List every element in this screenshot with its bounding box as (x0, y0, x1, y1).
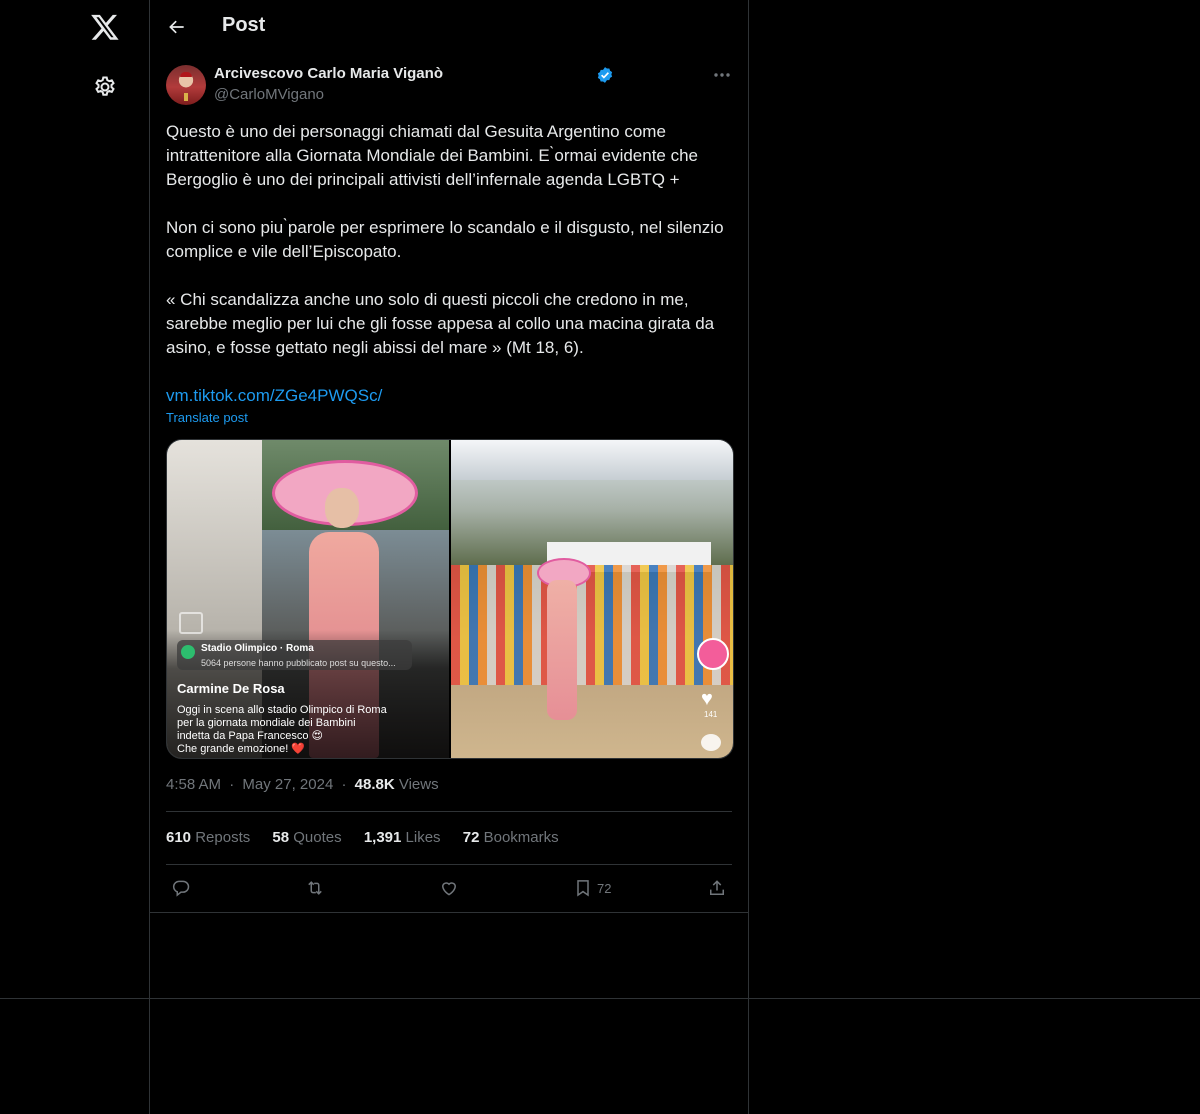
divider (150, 912, 748, 913)
like-button[interactable] (439, 876, 459, 900)
reposts-count: 610 (166, 829, 192, 846)
likes-label: Likes (405, 829, 441, 846)
stadium-roof (451, 440, 733, 480)
caption-line: indetta da Papa Francesco 😍 (177, 730, 323, 742)
author-handle[interactable]: @CarloMVigano (214, 86, 324, 103)
avatar[interactable] (166, 65, 206, 105)
gear-icon[interactable] (93, 75, 117, 99)
tweet-text: Questo è uno dei personaggi chiamati dal… (166, 120, 736, 384)
action-bar: 72 (150, 866, 748, 912)
author-name[interactable]: Arcivescovo Carlo Maria Viganò (214, 65, 443, 82)
left-nav (0, 0, 150, 1114)
repost-icon (308, 881, 322, 895)
post-header: Post (150, 0, 748, 53)
divider (166, 811, 732, 812)
post-meta: 4:58 AM · May 27, 2024 · 48.8K Views (166, 776, 439, 793)
caption-text: Oggi in scena allo stadio Olimpico di Ro… (177, 704, 437, 756)
crowd (451, 565, 733, 685)
x-logo-icon[interactable] (90, 12, 120, 42)
camera-icon (179, 612, 203, 634)
quotes-stat[interactable]: 58 Quotes (272, 829, 341, 846)
location-subtitle: 5064 persone hanno pubblicato post su qu… (201, 658, 396, 668)
translate-post-link[interactable]: Translate post (166, 410, 248, 425)
tiktok-link[interactable]: vm.tiktok.com/ZGe4PWQSc/ (166, 384, 382, 408)
meta-dot: · (229, 776, 235, 793)
dancer (547, 580, 577, 720)
location-name: Stadio Olimpico · Roma (201, 643, 314, 654)
views-count: 48.8K (354, 776, 395, 793)
back-button[interactable] (164, 14, 190, 40)
avatar-cross (184, 93, 188, 101)
verified-badge-icon[interactable] (596, 66, 614, 84)
reply-icon (173, 880, 190, 897)
reply-button[interactable] (171, 876, 191, 900)
tweet-paragraph: Non ci sono piu ̀parole per esprimere lo… (166, 218, 724, 261)
back-arrow-icon (169, 20, 184, 34)
likes-stat[interactable]: 1,391 Likes (364, 829, 441, 846)
comment-bubble-icon (701, 734, 721, 751)
page-title: Post (222, 14, 266, 36)
heart-icon: ♥ (701, 688, 713, 710)
bookmark-button[interactable]: 72 (573, 876, 611, 900)
caption-line: Che grande emozione! ❤️ (177, 743, 306, 755)
post-time[interactable]: 4:58 AM (166, 776, 221, 793)
quotes-count: 58 (272, 829, 290, 846)
caption-line: Oggi in scena allo stadio Olimpico di Ro… (177, 704, 387, 716)
post-date[interactable]: May 27, 2024 (242, 776, 333, 793)
tiktok-avatar (697, 638, 729, 670)
bookmark-icon (577, 880, 589, 897)
views-label: Views (398, 776, 439, 793)
caption-author: Carmine De Rosa (177, 681, 285, 696)
share-button[interactable] (707, 876, 727, 900)
post-stats: 610 Reposts 58 Quotes 1,391 Likes 72 Boo… (166, 829, 577, 846)
bookmark-count: 72 (597, 880, 612, 896)
main-column: Post Arcivescovo Carlo Maria Viganò @Car… (150, 0, 749, 1114)
reposts-stat[interactable]: 610 Reposts (166, 829, 250, 846)
bookmarks-count: 72 (462, 829, 480, 846)
divider (166, 864, 732, 865)
meta-dot: · (341, 776, 347, 793)
caption-line: per la giornata mondiale dei Bambini (177, 717, 356, 729)
share-icon (710, 880, 724, 895)
bookmarks-stat[interactable]: 72 Bookmarks (463, 829, 559, 846)
likes-count: 1,391 (363, 829, 402, 846)
media-image-right[interactable]: ♥ 141 (451, 440, 733, 758)
tweet-paragraph: Questo è uno dei personaggi chiamati dal… (166, 122, 699, 189)
more-icon[interactable] (710, 64, 734, 86)
reposts-label: Reposts (195, 829, 251, 846)
tweet-paragraph: « Chi scandalizza anche uno solo di ques… (166, 290, 715, 357)
repost-button[interactable] (305, 876, 325, 900)
media-image-left[interactable]: Stadio Olimpico · Roma 5064 persone hann… (167, 440, 449, 758)
location-pin-icon (181, 645, 195, 659)
media-grid: Stadio Olimpico · Roma 5064 persone hann… (166, 439, 734, 759)
avatar-cap (180, 72, 192, 77)
face (325, 488, 359, 528)
quotes-label: Quotes (293, 829, 342, 846)
bookmarks-label: Bookmarks (483, 829, 559, 846)
like-icon (441, 882, 457, 896)
like-count: 141 (704, 710, 718, 719)
